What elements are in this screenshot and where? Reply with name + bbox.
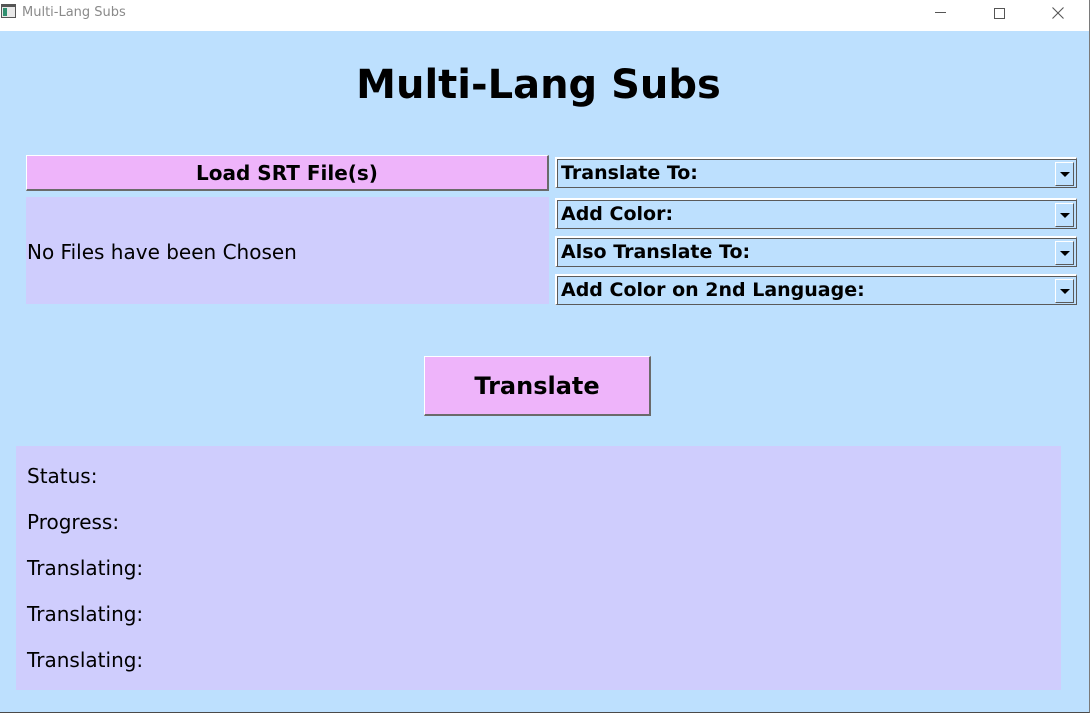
chevron-down-icon[interactable] [1055, 241, 1074, 265]
progress-label: Progress: [27, 510, 120, 534]
status-panel: Status: Progress: Translating: Translati… [16, 446, 1061, 690]
app-window: Multi-Lang Subs Multi-Lang Subs Load SRT… [0, 0, 1090, 713]
chevron-down-icon[interactable] [1055, 162, 1074, 186]
title-bar[interactable]: Multi-Lang Subs [0, 0, 1089, 31]
minimize-icon [934, 11, 946, 13]
translating-label: Translating: [27, 648, 144, 672]
close-button[interactable] [1029, 0, 1087, 26]
translating-label: Translating: [27, 602, 144, 626]
translate-button[interactable]: Translate [424, 356, 651, 416]
maximize-icon [993, 7, 1005, 19]
chevron-down-icon[interactable] [1055, 203, 1074, 227]
also-translate-to-dropdown[interactable]: Also Translate To: [555, 236, 1077, 267]
translate-to-dropdown[interactable]: Translate To: [555, 157, 1077, 188]
page-title: Multi-Lang Subs [356, 62, 721, 108]
add-color-dropdown[interactable]: Add Color: [555, 198, 1077, 229]
maximize-button[interactable] [970, 0, 1028, 26]
also-translate-to-label: Also Translate To: [561, 241, 751, 263]
close-icon [1052, 7, 1064, 19]
status-label: Status: [27, 464, 98, 488]
chevron-down-icon[interactable] [1055, 279, 1074, 303]
add-color-label: Add Color: [561, 203, 674, 225]
translating-label: Translating: [27, 556, 144, 580]
files-status-label: No Files have been Chosen [27, 240, 297, 264]
load-srt-files-button[interactable]: Load SRT File(s) [26, 155, 549, 191]
files-panel: No Files have been Chosen [26, 197, 549, 304]
add-color-2nd-language-dropdown[interactable]: Add Color on 2nd Language: [555, 274, 1077, 305]
add-color-2nd-language-label: Add Color on 2nd Language: [561, 279, 865, 301]
app-window-icon [1, 4, 16, 18]
minimize-button[interactable] [911, 0, 969, 26]
translate-to-label: Translate To: [561, 162, 698, 184]
window-title: Multi-Lang Subs [22, 5, 126, 20]
